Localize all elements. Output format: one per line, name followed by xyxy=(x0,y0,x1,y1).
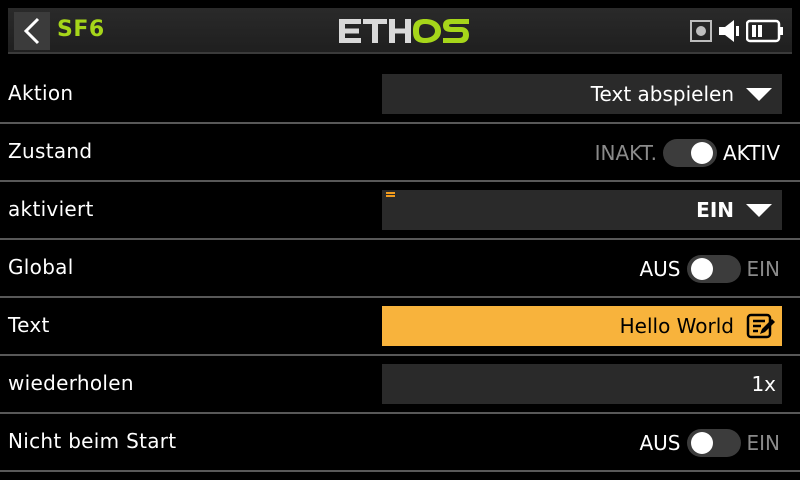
battery-icon xyxy=(746,19,783,43)
zustand-toggle-group: INAKT. AKTIV xyxy=(595,138,780,168)
toggle-on-label: EIN xyxy=(746,257,781,281)
edit-note-icon xyxy=(746,313,775,339)
zustand-toggle[interactable] xyxy=(662,139,717,167)
caret-down-icon xyxy=(746,87,772,101)
row-label: Nicht beim Start xyxy=(8,429,177,453)
row-label: aktiviert xyxy=(8,197,94,221)
chevron-left-icon xyxy=(23,17,40,45)
global-toggle-group: AUS EIN xyxy=(639,254,780,284)
page-title: SF6 xyxy=(57,17,105,42)
wiederholen-number-field[interactable]: 1x xyxy=(382,364,782,404)
toggle-knob xyxy=(690,432,713,454)
nicht-beim-start-toggle[interactable] xyxy=(686,429,741,457)
text-field[interactable]: Hello World xyxy=(382,306,782,346)
toggle-knob xyxy=(690,258,713,280)
header-bar: SF6 xyxy=(0,0,800,56)
status-icons xyxy=(690,18,784,44)
aktiviert-dropdown[interactable]: EIN xyxy=(382,190,782,230)
row-wiederholen: wiederholen 1x xyxy=(0,356,800,414)
row-global: Global AUS EIN xyxy=(0,240,800,298)
text-value: Hello World xyxy=(619,314,734,338)
toggle-on-label: EIN xyxy=(746,431,781,455)
row-zustand: Zustand INAKT. AKTIV xyxy=(0,124,800,182)
back-button[interactable] xyxy=(14,12,50,50)
toggle-off-label: AUS xyxy=(639,257,681,281)
ethos-logo xyxy=(339,19,469,43)
speaker-icon xyxy=(719,20,739,42)
nicht-beim-start-toggle-group: AUS EIN xyxy=(639,428,780,458)
toggle-on-label: AKTIV xyxy=(722,141,780,165)
row-label: Global xyxy=(8,255,74,279)
row-label: Aktion xyxy=(8,81,74,105)
record-icon xyxy=(690,20,712,42)
number-value: 1x xyxy=(751,372,776,396)
title-bar: SF6 xyxy=(8,8,792,54)
toggle-off-label: INAKT. xyxy=(594,141,657,165)
options-menu-icon xyxy=(386,192,395,199)
row-aktiviert: aktiviert EIN xyxy=(0,182,800,240)
dropdown-value: EIN xyxy=(696,198,734,222)
row-label: Zustand xyxy=(8,139,93,163)
row-nicht-beim-start: Nicht beim Start AUS EIN xyxy=(0,414,800,472)
row-aktion: Aktion Text abspielen xyxy=(0,66,800,124)
row-label: wiederholen xyxy=(8,371,134,395)
toggle-knob xyxy=(690,142,713,164)
caret-down-icon xyxy=(746,203,772,217)
aktion-dropdown[interactable]: Text abspielen xyxy=(382,74,782,114)
toggle-off-label: AUS xyxy=(639,431,681,455)
row-text: Text Hello World xyxy=(0,298,800,356)
global-toggle[interactable] xyxy=(686,255,741,283)
row-label: Text xyxy=(8,313,50,337)
settings-list: Aktion Text abspielen Zustand INAKT. AKT… xyxy=(0,66,800,472)
dropdown-value: Text abspielen xyxy=(590,82,734,106)
